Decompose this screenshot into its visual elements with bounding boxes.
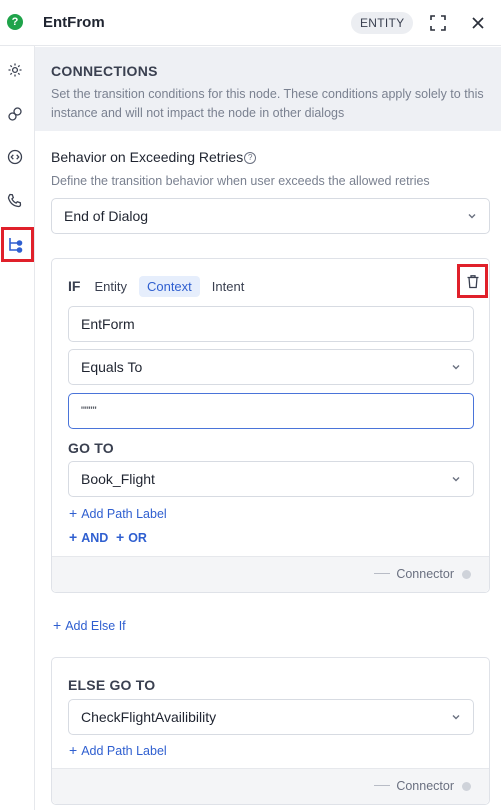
- add-else-if-link[interactable]: + Add Else If: [53, 617, 126, 633]
- trash-icon: [467, 274, 478, 288]
- rail-call-button[interactable]: [4, 190, 26, 212]
- behavior-select[interactable]: End of Dialog: [51, 198, 490, 234]
- node-title: EntFrom: [43, 14, 105, 31]
- operator-value: Equals To: [81, 359, 143, 375]
- compare-value-input[interactable]: """": [68, 393, 474, 429]
- close-icon: [472, 17, 484, 29]
- chevron-down-icon: [452, 365, 460, 370]
- chevron-down-icon: [452, 715, 460, 720]
- link-icon: [8, 107, 22, 121]
- add-path-label-link[interactable]: + Add Path Label: [69, 505, 167, 521]
- gear-icon: [8, 63, 22, 77]
- expand-button[interactable]: [427, 12, 449, 34]
- connector-dot-icon: [462, 782, 471, 791]
- rail-connections-button[interactable]: [4, 234, 26, 256]
- condition-type-tabs: IF Entity Context Intent: [68, 275, 256, 297]
- behavior-description: Define the transition behavior when user…: [51, 174, 430, 188]
- connections-title: CONNECTIONS: [51, 63, 158, 79]
- connections-description: Set the transition conditions for this n…: [51, 87, 484, 120]
- connections-banner: CONNECTIONS Set the transition condition…: [35, 47, 501, 131]
- if-label: IF: [68, 278, 81, 294]
- context-field-value: EntForm: [81, 316, 135, 332]
- plus-icon: +: [116, 529, 125, 545]
- else-add-path-label-text: Add Path Label: [81, 744, 167, 758]
- else-connector-handle[interactable]: Connector: [374, 779, 471, 793]
- else-goto-value: CheckFlightAvailibility: [81, 709, 217, 725]
- code-icon: [7, 149, 23, 165]
- connector-label: Connector: [396, 567, 454, 581]
- else-card: ELSE GO TO CheckFlightAvailibility + Add …: [51, 657, 490, 805]
- and-text: AND: [81, 531, 109, 545]
- and-link[interactable]: + AND: [69, 529, 108, 545]
- connector-dot-icon: [462, 570, 471, 579]
- plus-icon: +: [69, 505, 78, 521]
- add-path-label-text: Add Path Label: [81, 507, 167, 521]
- left-rail: [0, 46, 35, 810]
- chat-logo-icon: ?: [7, 14, 23, 30]
- plus-icon: +: [69, 529, 78, 545]
- flow-icon: [9, 238, 23, 253]
- else-goto-label: ELSE GO TO: [68, 677, 156, 693]
- tab-intent[interactable]: Intent: [204, 276, 253, 297]
- node-type-badge: ENTITY: [351, 12, 414, 34]
- plus-icon: +: [53, 617, 62, 633]
- goto-label: GO TO: [68, 440, 114, 456]
- else-goto-select[interactable]: CheckFlightAvailibility: [68, 699, 474, 735]
- connector-handle[interactable]: Connector: [374, 567, 471, 581]
- or-text: OR: [128, 531, 147, 545]
- rail-code-button[interactable]: [4, 146, 26, 168]
- connector-line: [374, 573, 391, 574]
- else-connector-label: Connector: [396, 779, 454, 793]
- close-button[interactable]: [467, 12, 489, 34]
- if-condition-card: IF Entity Context Intent EntForm Equals …: [51, 258, 490, 593]
- phone-icon: [7, 193, 22, 208]
- behavior-select-value: End of Dialog: [64, 208, 149, 224]
- delete-condition-button[interactable]: [457, 264, 488, 298]
- chevron-down-icon: [452, 477, 460, 482]
- connector-line: [374, 785, 391, 786]
- context-field-input[interactable]: EntForm: [68, 306, 474, 342]
- plus-icon: +: [69, 742, 78, 758]
- if-card-footer: Connector: [52, 556, 489, 592]
- behavior-label-row: Behavior on Exceeding Retries?: [51, 149, 257, 165]
- behavior-label: Behavior on Exceeding Retries: [51, 149, 244, 165]
- expand-icon: [430, 15, 446, 31]
- tab-entity[interactable]: Entity: [86, 276, 135, 297]
- chevron-down-icon: [468, 214, 476, 219]
- rail-links-button[interactable]: [4, 103, 26, 125]
- else-card-footer: Connector: [52, 768, 489, 804]
- goto-value: Book_Flight: [81, 471, 155, 487]
- tab-context[interactable]: Context: [138, 275, 200, 297]
- goto-select[interactable]: Book_Flight: [68, 461, 474, 497]
- else-add-path-label-link[interactable]: + Add Path Label: [69, 742, 167, 758]
- rail-settings-button[interactable]: [4, 59, 26, 81]
- panel-header: ? EntFrom ENTITY: [0, 0, 501, 46]
- add-else-if-text: Add Else If: [65, 619, 126, 633]
- compare-value: """": [81, 405, 97, 417]
- help-icon[interactable]: ?: [244, 152, 257, 164]
- or-link[interactable]: + OR: [116, 529, 147, 545]
- operator-select[interactable]: Equals To: [68, 349, 474, 385]
